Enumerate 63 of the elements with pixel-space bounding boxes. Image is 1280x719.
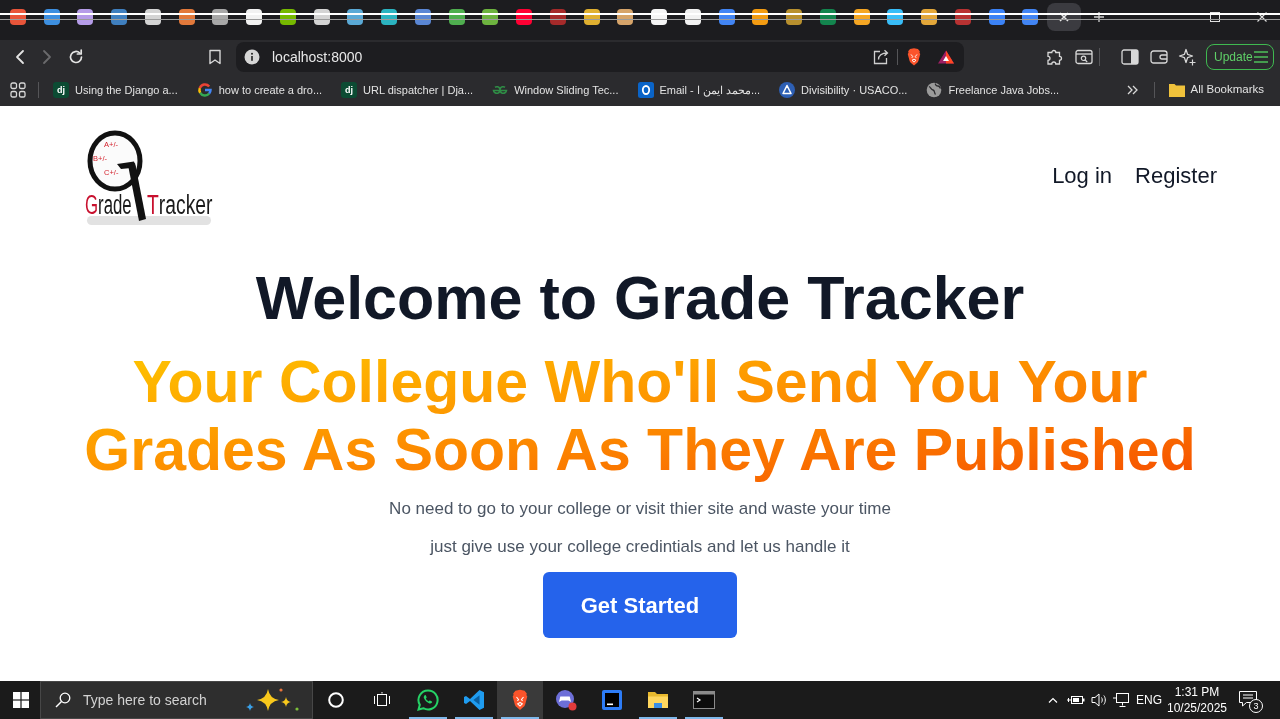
task-view-icon[interactable]: [373, 692, 391, 708]
site-logo: dj: [53, 82, 69, 98]
sidebar-icon[interactable]: [1121, 49, 1139, 65]
bookmark-folder[interactable]: All Bookmarks: [1162, 78, 1270, 102]
sparkle-icon[interactable]: [1178, 48, 1196, 66]
g-logo-icon: [196, 82, 213, 98]
battery-icon[interactable]: [1067, 694, 1085, 706]
maximize-icon[interactable]: [1210, 12, 1220, 22]
info-icon[interactable]: [244, 49, 260, 65]
bookmark[interactable]: Divisibility · USACO...: [773, 78, 914, 102]
notification-icon[interactable]: [1238, 690, 1258, 708]
nav-link[interactable]: Register: [1135, 158, 1217, 192]
search-field[interactable]: Type here to search: [83, 689, 244, 711]
ide-icon: [600, 688, 624, 712]
cta-button[interactable]: Get Started: [543, 572, 737, 638]
clock-date[interactable]: 10/25/2025: [1166, 700, 1228, 716]
ring-icon[interactable]: [328, 692, 344, 708]
wallet-icon[interactable]: [1150, 49, 1168, 65]
nav-link[interactable]: Log in: [1052, 158, 1113, 192]
reload-icon[interactable]: [68, 49, 84, 65]
menu-icon[interactable]: [1252, 51, 1269, 63]
bookmark[interactable]: dj URL dispatcher | Dja...: [335, 78, 480, 102]
triangle-icon[interactable]: [938, 50, 954, 64]
terminal-icon: [692, 688, 716, 712]
mail-icon: [637, 82, 654, 98]
speaker-icon[interactable]: [1091, 693, 1107, 707]
taskbar-button[interactable]: [497, 681, 543, 719]
plus-icon[interactable]: [1094, 12, 1104, 22]
address-field[interactable]: localhost:8000: [272, 46, 873, 68]
network-icon[interactable]: [1113, 693, 1129, 707]
folder-icon: [1168, 83, 1185, 97]
code-editor-icon: [462, 688, 486, 712]
bookmark[interactable]: Window Sliding Tec...: [486, 78, 625, 102]
clock-time[interactable]: 1:31 PM: [1174, 684, 1220, 700]
page-heading: Welcome to Grade Tracker: [255, 263, 1025, 333]
close-icon[interactable]: [1257, 12, 1267, 22]
bookmark[interactable]: how to create a dro...: [190, 78, 329, 102]
description-text: just give use your college credintials and let us handle it: [430, 536, 850, 558]
description-text: No need to go to your college or visit thier site and waste your time: [389, 498, 891, 520]
search-box[interactable]: Type here to search: [40, 681, 313, 719]
puzzle-icon[interactable]: [1046, 48, 1064, 66]
globe-icon: [926, 82, 943, 98]
site-logo: dj: [341, 82, 358, 98]
circle-logo-icon: [779, 82, 796, 98]
tab-search-icon[interactable]: [1075, 49, 1093, 65]
update-button[interactable]: Update: [1206, 44, 1274, 70]
search-icon: [55, 692, 71, 708]
chat-bubble-icon: [416, 688, 440, 712]
apps-grid-icon[interactable]: [10, 82, 26, 98]
bookmark[interactable]: Email - محمد ايمن ا...: [631, 78, 767, 102]
share-icon[interactable]: [873, 49, 889, 65]
caret-up-icon[interactable]: [1048, 697, 1058, 703]
address-bar[interactable]: localhost:8000: [236, 42, 964, 72]
notification-count: 3: [1249, 699, 1263, 713]
gamepad-icon: [554, 688, 578, 712]
lion-icon[interactable]: [906, 48, 922, 66]
close-icon[interactable]: [1059, 12, 1070, 22]
bookmark-icon[interactable]: [208, 49, 222, 65]
windows-icon[interactable]: [13, 692, 29, 708]
bookmark[interactable]: dj Using the Django a...: [47, 78, 184, 102]
bookmark[interactable]: Freelance Java Jobs...: [920, 78, 1066, 102]
double-chevron-icon[interactable]: [1126, 85, 1138, 95]
language-indicator[interactable]: ENG: [1134, 691, 1164, 709]
